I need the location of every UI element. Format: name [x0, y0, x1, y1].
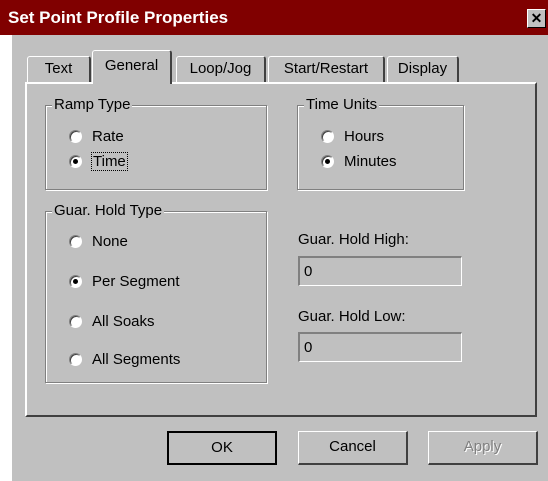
- radio-label: Time: [91, 151, 128, 171]
- tab-start-restart[interactable]: Start/Restart: [268, 56, 385, 82]
- hold-all-segments-radio[interactable]: All Segments: [69, 349, 180, 369]
- guar-hold-high-field[interactable]: [298, 256, 462, 286]
- radio-selected-icon: [69, 154, 82, 168]
- time-units-hours-radio[interactable]: Hours: [321, 126, 384, 146]
- tab-label: Text: [44, 60, 73, 77]
- general-tab-panel: Ramp Type Rate Time Time Units Hours Min…: [25, 82, 537, 417]
- tab-label: Start/Restart: [283, 60, 369, 77]
- cancel-button[interactable]: Cancel: [298, 431, 408, 465]
- ok-button[interactable]: OK: [167, 431, 277, 465]
- close-icon: ✕: [530, 10, 543, 26]
- guar-hold-type-group: Guar. Hold Type None Per Segment All Soa…: [45, 202, 267, 383]
- radio-label: All Segments: [92, 350, 181, 368]
- close-button[interactable]: ✕: [527, 9, 546, 28]
- ramp-type-label: Ramp Type: [52, 96, 133, 113]
- radio-icon: [321, 129, 334, 143]
- guar-hold-low-label: Guar. Hold Low:: [298, 308, 406, 325]
- time-units-minutes-radio[interactable]: Minutes: [321, 151, 397, 171]
- ramp-type-group: Ramp Type Rate Time: [45, 96, 267, 190]
- tab-loop-jog[interactable]: Loop/Jog: [176, 56, 266, 82]
- tab-general[interactable]: General: [92, 50, 172, 84]
- radio-icon: [69, 314, 82, 328]
- cancel-button-label: Cancel: [329, 438, 376, 455]
- tab-label: General: [104, 57, 159, 74]
- apply-button: Apply: [428, 431, 538, 465]
- guar-hold-low-field[interactable]: [298, 332, 462, 362]
- hold-none-radio[interactable]: None: [69, 231, 128, 251]
- hold-per-segment-radio[interactable]: Per Segment: [69, 271, 180, 291]
- background-edge: [0, 35, 12, 481]
- title-bar: Set Point Profile Properties ✕: [0, 0, 548, 35]
- hold-all-soaks-radio[interactable]: All Soaks: [69, 311, 155, 331]
- tab-display[interactable]: Display: [387, 56, 459, 82]
- radio-label: All Soaks: [92, 312, 155, 330]
- ok-button-label: OK: [211, 439, 233, 456]
- radio-selected-icon: [321, 154, 334, 168]
- apply-button-label: Apply: [463, 438, 502, 455]
- ramp-type-rate-radio[interactable]: Rate: [69, 126, 124, 146]
- radio-icon: [69, 129, 82, 143]
- radio-icon: [69, 234, 82, 248]
- radio-label: None: [92, 232, 128, 250]
- time-units-group: Time Units Hours Minutes: [297, 96, 464, 190]
- tab-label: Display: [397, 60, 448, 77]
- radio-label: Rate: [92, 127, 124, 145]
- guar-hold-high-label: Guar. Hold High:: [298, 231, 409, 248]
- tab-text[interactable]: Text: [27, 56, 91, 82]
- tab-label: Loop/Jog: [189, 60, 252, 77]
- radio-label: Hours: [344, 127, 385, 145]
- radio-selected-icon: [69, 274, 82, 288]
- radio-icon: [69, 352, 82, 366]
- time-units-label: Time Units: [304, 96, 380, 113]
- ramp-type-time-radio[interactable]: Time: [69, 151, 128, 171]
- guar-hold-type-label: Guar. Hold Type: [52, 202, 165, 219]
- window-title: Set Point Profile Properties: [8, 8, 229, 27]
- radio-label: Per Segment: [92, 272, 180, 290]
- radio-label: Minutes: [344, 152, 397, 170]
